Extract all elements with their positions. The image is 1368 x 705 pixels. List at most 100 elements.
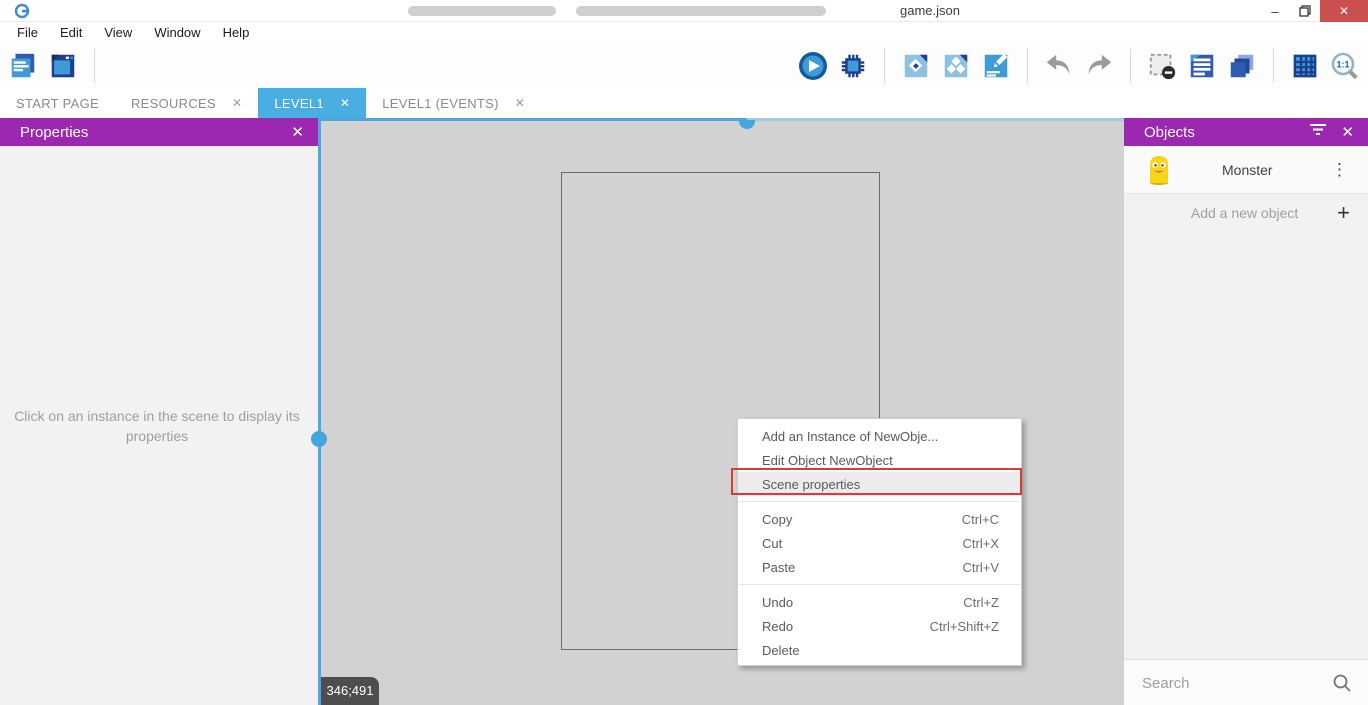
horizontal-divider[interactable] [321, 118, 747, 121]
toolbar-separator [94, 49, 95, 83]
menu-item-label: Add an Instance of NewObje... [762, 429, 999, 444]
start-page-button[interactable] [46, 49, 80, 83]
menu-item-delete[interactable]: Delete [738, 638, 1021, 662]
menu-item-undo[interactable]: Undo Ctrl+Z [738, 590, 1021, 614]
menubar: File Edit View Window Help [0, 22, 1368, 44]
editor-tabs: START PAGE RESOURCES ✕ LEVEL1 ✕ LEVEL1 (… [0, 88, 1368, 118]
titlebar: game.json – ✕ [0, 0, 1368, 22]
toggle-grid-button[interactable] [1288, 49, 1322, 83]
tab-label: LEVEL1 [274, 96, 324, 111]
layers-button[interactable] [1225, 49, 1259, 83]
menu-item-shortcut: Ctrl+Z [963, 595, 999, 610]
menu-item-edit-object[interactable]: Edit Object NewObject [738, 448, 1021, 472]
restore-button[interactable] [1290, 0, 1320, 22]
context-menu: Add an Instance of NewObje... Edit Objec… [737, 418, 1022, 666]
mask-icon [1147, 51, 1177, 81]
menu-item-cut[interactable]: Cut Ctrl+X [738, 531, 1021, 555]
filter-icon[interactable] [1309, 123, 1327, 141]
add-instance-button[interactable] [939, 49, 973, 83]
object-row-monster[interactable]: Monster ⋮ [1124, 146, 1368, 194]
properties-empty-message: Click on an instance in the scene to dis… [10, 406, 304, 446]
tab-level1-events[interactable]: LEVEL1 (EVENTS) ✕ [366, 88, 541, 118]
menu-item-scene-properties[interactable]: Scene properties [738, 472, 1021, 496]
menu-item-paste[interactable]: Paste Ctrl+V [738, 555, 1021, 579]
toolbar-separator [1130, 49, 1131, 83]
menu-item-shortcut: Ctrl+Shift+Z [930, 619, 999, 634]
add-instance-icon [941, 51, 971, 81]
add-object-button[interactable] [899, 49, 933, 83]
vertical-divider-handle[interactable] [311, 431, 327, 447]
undo-button[interactable] [1042, 49, 1076, 83]
menu-item-label: Cut [762, 536, 963, 551]
search-input[interactable] [1142, 670, 1322, 696]
redacted-text-block [408, 6, 556, 16]
close-tab-icon[interactable]: ✕ [340, 96, 350, 110]
gdevelop-window: game.json – ✕ File Edit View Window Help [0, 0, 1368, 705]
project-manager-button[interactable] [6, 49, 40, 83]
menu-item-label: Edit Object NewObject [762, 453, 999, 468]
plus-icon[interactable]: + [1337, 200, 1350, 226]
edit-scene-properties-button[interactable] [979, 49, 1013, 83]
close-panel-icon[interactable]: ✕ [1341, 123, 1354, 141]
debug-button[interactable] [836, 49, 870, 83]
close-tab-icon[interactable]: ✕ [232, 96, 242, 110]
objects-panel: Objects ✕ Monster ⋮ Add a new object + [1124, 118, 1368, 705]
menu-separator [739, 501, 1020, 502]
instances-list-icon [1187, 51, 1217, 81]
play-button[interactable] [796, 49, 830, 83]
menu-item-label: Undo [762, 595, 963, 610]
tab-level1[interactable]: LEVEL1 ✕ [258, 88, 366, 118]
redo-icon [1084, 51, 1114, 81]
menu-item-label: Copy [762, 512, 962, 527]
add-object-row: Add a new object + [1124, 194, 1368, 232]
debug-icon [838, 51, 868, 81]
menu-item-redo[interactable]: Redo Ctrl+Shift+Z [738, 614, 1021, 638]
start-page-icon [48, 51, 78, 81]
instances-list-button[interactable] [1185, 49, 1219, 83]
toolbar-right-group: 1:1 [796, 49, 1362, 83]
undo-icon [1044, 51, 1074, 81]
zoom-original-button[interactable]: 1:1 [1328, 49, 1362, 83]
grid-icon [1290, 51, 1320, 81]
toggle-mask-button[interactable] [1145, 49, 1179, 83]
object-name: Monster [1222, 162, 1331, 178]
close-tab-icon[interactable]: ✕ [515, 96, 525, 110]
vertical-divider[interactable] [318, 118, 321, 705]
close-window-button[interactable]: ✕ [1320, 0, 1368, 22]
add-object-label[interactable]: Add a new object [1124, 205, 1337, 221]
minimize-button[interactable]: – [1260, 0, 1290, 22]
tab-start-page[interactable]: START PAGE [0, 88, 115, 118]
toolbar-separator [1027, 49, 1028, 83]
horizontal-divider[interactable] [747, 118, 1124, 121]
toolbar-separator [884, 49, 885, 83]
menu-view[interactable]: View [93, 22, 143, 44]
layers-icon [1227, 51, 1257, 81]
cursor-coordinates-badge: 346;491 [321, 677, 379, 705]
tab-label: START PAGE [16, 96, 99, 111]
menu-item-copy[interactable]: Copy Ctrl+C [738, 507, 1021, 531]
menu-item-label: Scene properties [762, 477, 999, 492]
menu-file[interactable]: File [6, 22, 49, 44]
redacted-text-block [576, 6, 826, 16]
gdevelop-logo-icon [14, 3, 30, 19]
add-object-icon [901, 51, 931, 81]
play-icon [797, 50, 829, 82]
menu-item-shortcut: Ctrl+C [962, 512, 999, 527]
properties-panel: Properties ✕ Click on an instance in the… [0, 118, 318, 705]
window-title: game.json [900, 3, 960, 18]
menu-item-add-instance[interactable]: Add an Instance of NewObje... [738, 424, 1021, 448]
toolbar: 1:1 [0, 44, 1368, 88]
menu-item-shortcut: Ctrl+X [963, 536, 999, 551]
close-panel-icon[interactable]: ✕ [291, 123, 304, 141]
objects-search-bar [1124, 659, 1368, 705]
objects-panel-header: Objects ✕ [1124, 118, 1368, 146]
search-icon[interactable] [1332, 673, 1352, 698]
redo-button[interactable] [1082, 49, 1116, 83]
tab-resources[interactable]: RESOURCES ✕ [115, 88, 258, 118]
menu-item-label: Delete [762, 643, 999, 658]
menu-edit[interactable]: Edit [49, 22, 93, 44]
menu-window[interactable]: Window [143, 22, 211, 44]
svg-text:1:1: 1:1 [1336, 60, 1349, 70]
menu-help[interactable]: Help [212, 22, 261, 44]
kebab-menu-icon[interactable]: ⋮ [1331, 163, 1348, 177]
